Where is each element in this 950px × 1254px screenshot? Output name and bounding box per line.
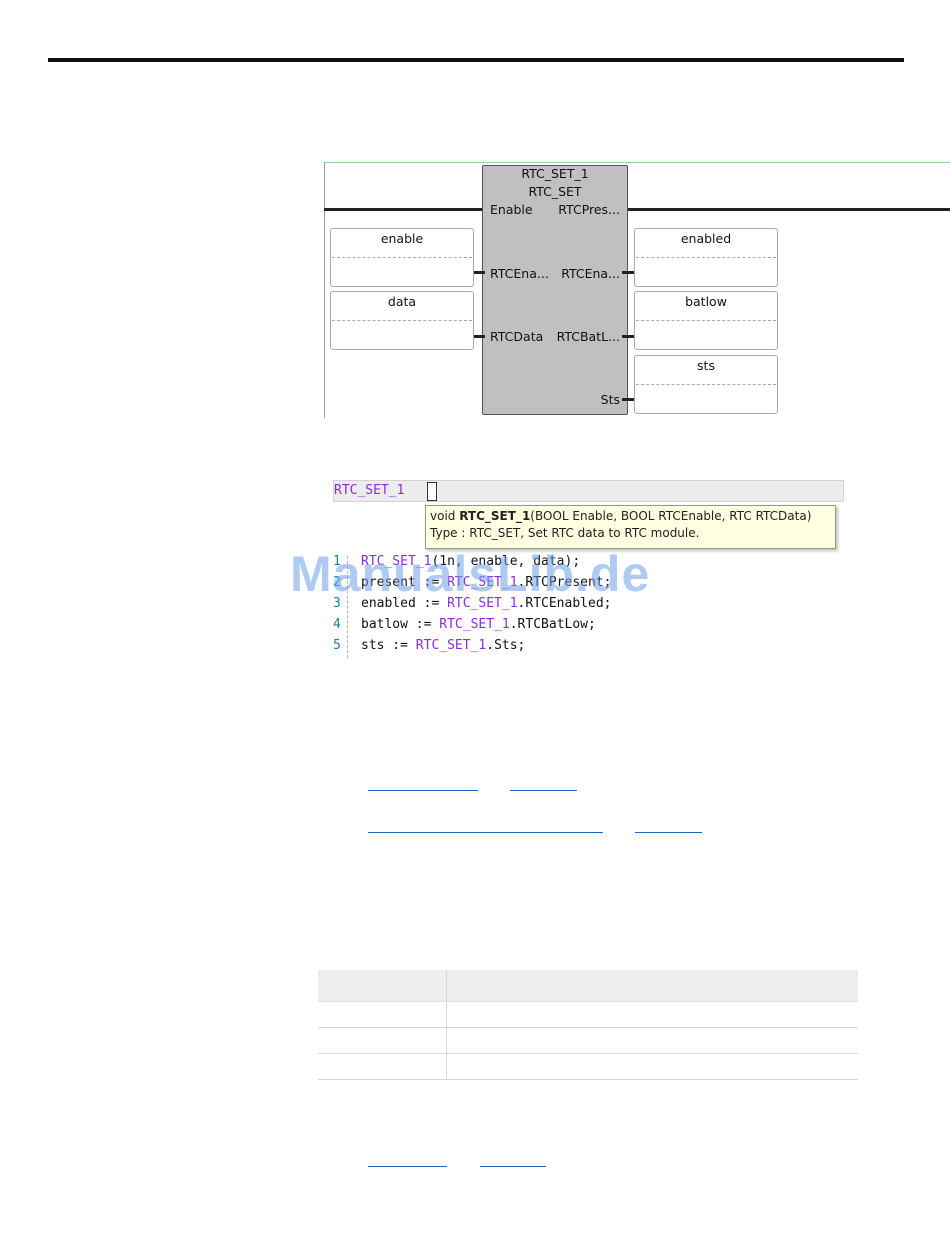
table-row (318, 1002, 858, 1028)
variable-divider (636, 384, 776, 385)
fbd-diagram: RTC_SET_1 RTC_SET Enable RTCEna... RTCDa… (322, 160, 950, 418)
table-row (318, 1028, 858, 1054)
code-identifier: RTC_SET_1 (415, 638, 487, 653)
output-pin-rtcpresent: RTCPres... (558, 202, 620, 217)
table-cell (318, 1054, 447, 1079)
table-row (318, 1054, 858, 1080)
table-header-cell (447, 970, 858, 1001)
power-rail-in (324, 208, 482, 211)
table-cell (447, 1002, 858, 1027)
variable-divider (636, 320, 776, 321)
tooltip-prefix: void (430, 509, 460, 523)
tooltip-signature: void RTC_SET_1(BOOL Enable, BOOL RTCEnab… (430, 509, 811, 523)
table-cell (447, 1028, 858, 1053)
link[interactable] (510, 772, 577, 791)
variable-name: enable (380, 231, 424, 246)
link[interactable] (368, 814, 603, 833)
variable-box-data[interactable]: data (330, 291, 474, 350)
link[interactable] (480, 1148, 546, 1167)
code-text: batlow := (361, 617, 440, 632)
input-pin-enable: Enable (490, 202, 533, 217)
text-cursor (427, 482, 437, 501)
variable-box-enabled[interactable]: enabled (634, 228, 778, 287)
line-number: 5 (333, 638, 341, 653)
output-pin-rtcbatlow: RTCBatL... (556, 329, 620, 344)
table-cell (318, 1028, 447, 1053)
tooltip-params: (BOOL Enable, BOOL RTCEnable, RTC RTCDat… (530, 509, 812, 523)
code-line-5[interactable]: 5 sts := RTC_SET_1.Sts; (333, 638, 525, 659)
diagram-top-border (324, 162, 950, 163)
signature-tooltip: void RTC_SET_1(BOOL Enable, BOOL RTCEnab… (425, 505, 836, 549)
table-header-cell (318, 970, 447, 1001)
code-line-4[interactable]: 4 batlow := RTC_SET_1.RTCBatLow; (333, 617, 596, 638)
block-type-name: RTC_SET (528, 184, 582, 199)
code-text: .Sts; (486, 638, 526, 653)
code-input-bar[interactable] (333, 480, 844, 502)
variable-divider (332, 257, 472, 258)
variable-name: data (387, 294, 417, 309)
power-rail-out (626, 208, 950, 211)
code-text: .RTCBatLow; (509, 617, 596, 632)
table-cell (447, 1054, 858, 1079)
input-pin-rtcenable: RTCEna... (490, 266, 549, 281)
top-rule (48, 58, 904, 62)
diagram-left-rail (324, 162, 325, 418)
variable-name: enabled (680, 231, 732, 246)
link[interactable] (368, 1148, 447, 1167)
table-header-row (318, 970, 858, 1002)
output-pin-sts: Sts (600, 392, 620, 407)
tooltip-function-name: RTC_SET_1 (459, 509, 531, 523)
variable-box-batlow[interactable]: batlow (634, 291, 778, 350)
link[interactable] (368, 772, 478, 791)
link[interactable] (635, 814, 702, 833)
variable-name: sts (697, 358, 715, 373)
variable-divider (636, 257, 776, 258)
variable-box-enable[interactable]: enable (330, 228, 474, 287)
code-text: sts := (361, 638, 416, 653)
code-identifier: RTC_SET_1 (439, 617, 510, 632)
variable-box-sts[interactable]: sts (634, 355, 778, 414)
watermark: ManualsLib.de (290, 546, 651, 602)
line-number: 4 (333, 617, 341, 632)
code-input-text: RTC_SET_1 (334, 483, 405, 498)
tooltip-type-line: Type : RTC_SET, Set RTC data to RTC modu… (430, 526, 700, 540)
table-cell (318, 1002, 447, 1027)
output-pin-rtcenabled: RTCEna... (561, 266, 620, 281)
variable-divider (332, 320, 472, 321)
input-pin-rtcdata: RTCData (490, 329, 544, 344)
block-instance-name: RTC_SET_1 (521, 166, 589, 181)
data-table (318, 970, 858, 1080)
variable-name: batlow (685, 294, 727, 309)
